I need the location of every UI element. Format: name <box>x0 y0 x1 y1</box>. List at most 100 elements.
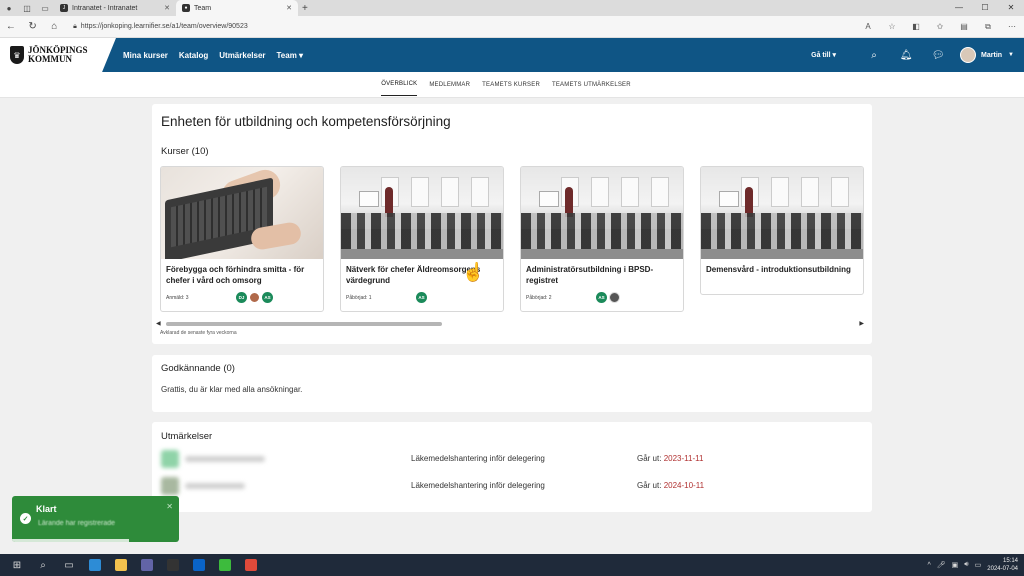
battery-icon[interactable]: ▭ <box>975 561 982 569</box>
approvals-text: Grattis, du är klar med alla ansökningar… <box>161 385 303 394</box>
browser-tabbar: ● ◫ ▭ J Intranatet - Intranatet ✕ ● Team… <box>0 0 1024 16</box>
member-badge[interactable]: AS <box>262 292 273 303</box>
award-row[interactable]: Läkemedelshantering inför delegering Går… <box>161 450 861 470</box>
tab-team-courses[interactable]: TEAMETS KURSER <box>482 74 540 96</box>
courses-panel: Enheten för utbildning och kompetensförs… <box>152 104 872 344</box>
course-card[interactable]: Administratörsutbildning i BPSD-registre… <box>520 166 684 312</box>
tab-actions-icon[interactable]: ▭ <box>36 0 54 16</box>
close-window-icon[interactable]: ✕ <box>998 0 1024 16</box>
clock[interactable]: 15:14 2024-07-04 <box>987 557 1018 573</box>
network-icon[interactable]: ▣ <box>952 561 959 569</box>
task-view-icon[interactable]: ▭ <box>56 554 82 576</box>
expiry-label: Går ut: <box>637 454 662 463</box>
tab-members[interactable]: MEDLEMMAR <box>429 74 470 96</box>
award-expiry: Går ut: 2023-11-11 <box>637 454 703 463</box>
reload-icon[interactable]: ↻ <box>22 21 44 32</box>
award-expiry: Går ut: 2024-10-11 <box>637 481 704 490</box>
member-avatar[interactable] <box>609 292 620 303</box>
browser-tab-intranet[interactable]: J Intranatet - Intranatet ✕ <box>54 0 176 16</box>
read-aloud-icon[interactable]: A <box>856 22 880 32</box>
taskbar: ⊞ ⌕ ▭ ^ 🎤︎ ▣ 🔊︎ ▭ 15:14 2024-07-04 <box>0 554 1024 576</box>
awards-panel: Utmärkelser Läkemedelshantering inför de… <box>152 422 872 512</box>
tab-overview[interactable]: ÖVERBLICK <box>381 73 418 96</box>
course-card[interactable]: Demensvård - introduktionsutbildning <box>700 166 864 295</box>
url-field[interactable]: 🔒︎ https://jonkoping.learnifier.se/a1/te… <box>73 19 852 35</box>
close-tab-icon[interactable]: ✕ <box>164 4 170 12</box>
course-meta: Påbörjad: 1 <box>346 295 372 301</box>
course-meta: Anmäld: 3 <box>166 295 189 301</box>
course-image <box>701 167 863 259</box>
volume-icon[interactable]: 🔊︎ <box>964 561 968 569</box>
approvals-panel: Godkännande (0) Grattis, du är klar med … <box>152 355 872 412</box>
avatar[interactable] <box>960 47 977 63</box>
split-screen-icon[interactable]: ◧ <box>904 22 928 32</box>
search-icon[interactable]: ⌕ <box>30 554 56 576</box>
nav-catalog[interactable]: Katalog <box>179 51 208 60</box>
minimize-icon[interactable]: — <box>946 0 972 16</box>
member-badge[interactable]: DJ <box>236 292 247 303</box>
main-nav: Mina kurser Katalog Utmärkelser Team ▾ <box>123 38 303 72</box>
course-card[interactable]: Förebygga och förhindra smitta - för che… <box>160 166 324 312</box>
award-row[interactable]: Läkemedelshantering inför delegering Går… <box>161 477 861 497</box>
course-image <box>521 167 683 259</box>
approvals-heading: Godkännande (0) <box>161 363 235 374</box>
url-text: https://jonkoping.learnifier.se/a1/team/… <box>80 23 248 30</box>
favorites-icon[interactable]: ✩ <box>928 22 952 32</box>
courses-scrollbar[interactable]: ◀ ▶ <box>156 320 868 328</box>
teams-app-icon[interactable] <box>141 559 153 571</box>
course-card[interactable]: Nätverk för chefer Äldreomsorgens värdeg… <box>340 166 504 312</box>
chevron-up-icon[interactable]: ^ <box>927 562 930 569</box>
scroll-right-icon[interactable]: ▶ <box>859 320 864 327</box>
tab-team-awards[interactable]: TEAMETS UTMÄRKELSER <box>552 74 631 96</box>
chat-icon[interactable]: 💬︎ <box>922 50 954 61</box>
logo[interactable]: ♛ JÖNKÖPINGS KOMMUN <box>0 38 116 72</box>
nav-team[interactable]: Team ▾ <box>277 51 304 60</box>
more-icon[interactable]: ⋯ <box>1000 22 1024 32</box>
nav-my-courses[interactable]: Mina kurser <box>123 51 168 60</box>
back-icon[interactable]: ← <box>0 21 22 32</box>
member-badge[interactable]: AS <box>596 292 607 303</box>
search-icon[interactable]: ⌕ <box>858 50 890 61</box>
courses-heading: Kurser (10) <box>161 146 209 157</box>
close-icon[interactable]: ✕ <box>166 502 173 511</box>
edge-app-icon[interactable] <box>89 559 101 571</box>
toast-title: Klart <box>36 504 57 514</box>
windows-start-icon[interactable]: ⊞ <box>4 554 30 576</box>
camtasia-app-icon[interactable] <box>219 559 231 571</box>
favorite-star-icon[interactable]: ☆ <box>880 22 904 32</box>
maximize-icon[interactable]: ☐ <box>972 0 998 16</box>
new-tab-icon[interactable]: + <box>302 3 308 14</box>
course-name: Förebygga och förhindra smitta - för che… <box>166 265 305 285</box>
member-badge[interactable]: AS <box>416 292 427 303</box>
terminal-app-icon[interactable] <box>167 559 179 571</box>
outlook-app-icon[interactable] <box>193 559 205 571</box>
extensions-icon[interactable]: ⧉ <box>976 22 1000 32</box>
scroll-left-icon[interactable]: ◀ <box>156 320 161 327</box>
workspaces-icon[interactable]: ◫ <box>18 0 36 16</box>
expiry-date: 2024-10-11 <box>663 481 705 490</box>
nav-awards[interactable]: Utmärkelser <box>219 51 265 60</box>
award-name: Läkemedelshantering inför delegering <box>411 481 545 490</box>
home-icon[interactable]: ⌂ <box>43 21 65 32</box>
logo-line2: KOMMUN <box>28 54 72 64</box>
app-header: ♛ JÖNKÖPINGS KOMMUN Mina kurser Katalog … <box>0 38 1024 72</box>
close-tab-icon[interactable]: ✕ <box>286 4 292 12</box>
member-avatar[interactable] <box>249 292 260 303</box>
scroll-track[interactable] <box>166 322 856 326</box>
microphone-icon[interactable]: 🎤︎ <box>937 561 946 569</box>
goto-menu[interactable]: Gå till ▾ <box>811 51 836 59</box>
tab-label: Team <box>194 4 212 12</box>
page-title: Enheten för utbildning och kompetensförs… <box>161 114 451 129</box>
course-image <box>161 167 323 259</box>
chevron-down-icon[interactable]: ▼ <box>1008 52 1014 58</box>
user-name[interactable]: Martin <box>981 52 1002 59</box>
browser-tab-team[interactable]: ● Team ✕ <box>176 0 298 16</box>
scroll-thumb[interactable] <box>166 322 442 326</box>
bell-icon[interactable]: 🔔︎ <box>890 50 922 61</box>
recorder-app-icon[interactable] <box>245 559 257 571</box>
file-explorer-icon[interactable] <box>115 559 127 571</box>
collections-icon[interactable]: ▤ <box>952 22 976 32</box>
team-subnav: ÖVERBLICK MEDLEMMAR TEAMETS KURSER TEAME… <box>0 72 1024 98</box>
tab-label: Intranatet - Intranatet <box>72 4 138 12</box>
profile-icon[interactable]: ● <box>0 0 18 16</box>
